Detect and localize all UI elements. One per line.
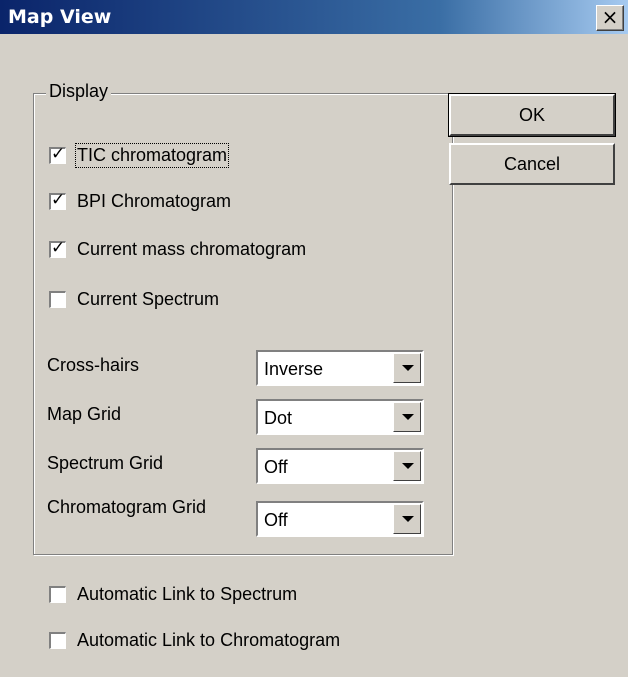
cancel-button[interactable]: Cancel — [449, 143, 615, 185]
check-icon: ✓ — [51, 190, 66, 210]
checkbox-current-spectrum[interactable]: Current Spectrum — [48, 289, 220, 310]
chevron-down-icon[interactable] — [393, 504, 421, 534]
select-value: Off — [264, 457, 288, 477]
display-group-label: Display — [46, 81, 112, 102]
checkbox-auto-link-chromatogram[interactable]: Automatic Link to Chromatogram — [48, 630, 341, 651]
checkbox-auto-link-spectrum[interactable]: Automatic Link to Spectrum — [48, 584, 298, 605]
cross-hairs-label: Cross-hairs — [47, 355, 140, 375]
chevron-down-icon[interactable] — [393, 451, 421, 481]
checkbox-label: Automatic Link to Chromatogram — [77, 630, 341, 650]
map-grid-label: Map Grid — [47, 404, 122, 424]
check-icon: ✓ — [51, 238, 66, 258]
select-value: Dot — [264, 408, 293, 428]
cross-hairs-select[interactable]: Inverse — [256, 350, 424, 386]
chevron-down-icon[interactable] — [393, 402, 421, 432]
checkbox-box[interactable]: ✓ — [48, 238, 67, 259]
select-value: Inverse — [264, 359, 324, 379]
check-icon: ✓ — [51, 144, 66, 164]
ok-button[interactable]: OK — [448, 93, 616, 137]
checkbox-box[interactable] — [48, 585, 67, 604]
checkbox-label: TIC chromatogram — [74, 143, 230, 168]
close-icon[interactable]: × — [596, 5, 624, 31]
checkbox-box[interactable]: ✓ — [48, 190, 67, 211]
map-grid-select[interactable]: Dot — [256, 399, 424, 435]
checkbox-bpi-chromatogram[interactable]: ✓ BPI Chromatogram — [48, 190, 232, 212]
chromatogram-grid-label: Chromatogram Grid — [47, 497, 207, 517]
chromatogram-grid-select[interactable]: Off — [256, 501, 424, 537]
checkbox-tic-chromatogram[interactable]: ✓ TIC chromatogram — [48, 143, 230, 168]
checkbox-label: BPI Chromatogram — [77, 191, 232, 211]
title-bar: Map View × — [0, 0, 628, 35]
checkbox-box[interactable] — [48, 290, 67, 309]
select-value: Off — [264, 510, 288, 530]
checkbox-label: Automatic Link to Spectrum — [77, 584, 298, 604]
checkbox-label: Current mass chromatogram — [77, 239, 307, 259]
spectrum-grid-label: Spectrum Grid — [47, 453, 164, 473]
spectrum-grid-select[interactable]: Off — [256, 448, 424, 484]
checkbox-current-mass-chromatogram[interactable]: ✓ Current mass chromatogram — [48, 238, 307, 260]
chevron-down-icon[interactable] — [393, 353, 421, 383]
checkbox-label: Current Spectrum — [77, 289, 220, 309]
window-title: Map View — [8, 6, 112, 28]
checkbox-box[interactable] — [48, 631, 67, 650]
checkbox-box[interactable]: ✓ — [48, 144, 67, 165]
